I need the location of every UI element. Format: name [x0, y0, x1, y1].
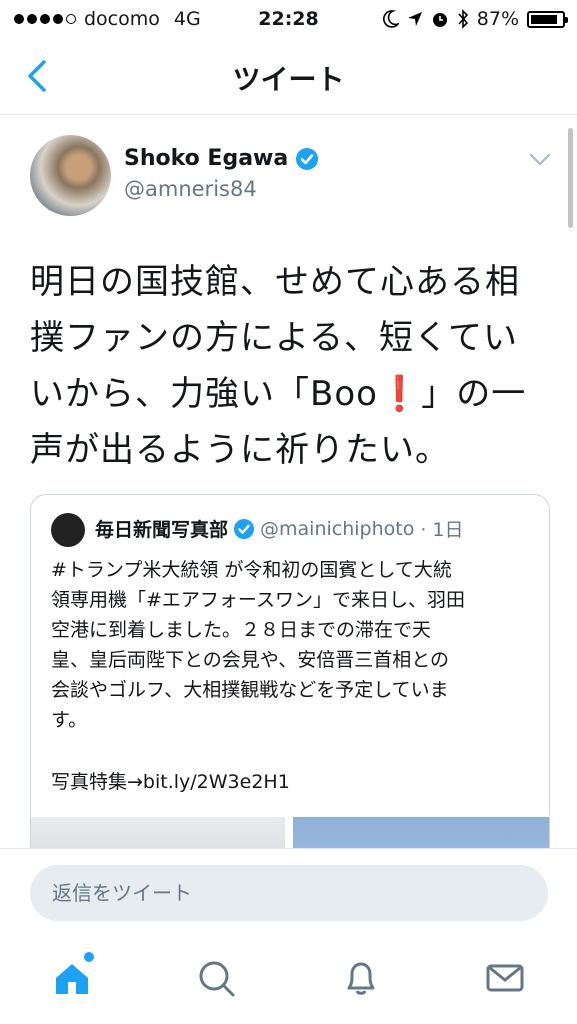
- notification-dot: [84, 952, 94, 962]
- tweet-text: 明日の国技館、せめて心ある相 撲ファンの方による、短くてい いから、力強い「Bo…: [30, 254, 550, 478]
- quoted-line: #トランプ米大統領 が令和初の国賓として大統: [51, 559, 452, 581]
- quoted-text: #トランプ米大統領 が令和初の国賓として大統 領専用機「#エアフォースワン」で来…: [51, 555, 531, 735]
- verified-badge-icon: [296, 147, 319, 170]
- quoted-time: · 1日: [420, 519, 464, 541]
- battery-percent: 87%: [476, 8, 519, 30]
- tweet-line-tail: 」の一: [421, 374, 527, 414]
- battery-icon: [527, 10, 568, 28]
- quoted-line: 皇、皇后両陛下との会見や、安倍晋三首相との: [51, 649, 450, 671]
- quoted-handle: @mainichiphoto: [260, 517, 415, 540]
- quoted-line: 空港に到着しました。２８日までの滞在で天: [51, 619, 432, 641]
- location-arrow-icon: [407, 12, 422, 26]
- moon-icon: [382, 10, 399, 28]
- quoted-line: 会談やゴルフ、大相撲観戦などを予定していま: [51, 679, 449, 701]
- quoted-line: す。: [51, 709, 88, 731]
- tweet-line: 明日の国技館、せめて心ある相: [30, 262, 520, 302]
- status-right: 87%: [382, 8, 568, 30]
- exclamation-icon: ❗: [377, 374, 422, 414]
- bluetooth-icon: [458, 9, 468, 29]
- quoted-line: 領専用機「#エアフォースワン」で来日し、羽田: [51, 589, 465, 611]
- bell-icon: [347, 962, 375, 995]
- search-icon: [199, 961, 235, 997]
- tab-notifications[interactable]: [341, 958, 381, 998]
- tweet-line: 声が出るように祈りたい。: [30, 430, 450, 470]
- nav-bar: ツイート: [0, 38, 577, 115]
- alarm-icon: [432, 13, 447, 27]
- quoted-avatar: [51, 513, 85, 547]
- chevron-down-icon[interactable]: [528, 152, 552, 168]
- verified-badge-icon: [234, 518, 255, 539]
- tweet-line-text: いから、力強い「Boo: [30, 374, 378, 414]
- quoted-author-row: 毎日新聞写真部 @mainichiphoto · 1日: [95, 515, 464, 542]
- author-name[interactable]: Shoko Egawa: [124, 146, 288, 171]
- tweet-line: 撲ファンの方による、短くてい: [30, 318, 518, 358]
- mail-icon: [486, 964, 524, 992]
- reply-bar: 返信をツイート: [0, 848, 577, 937]
- tab-messages[interactable]: [485, 958, 525, 998]
- tweet-line: いから、力強い「Boo❗」の一: [30, 366, 550, 422]
- avatar[interactable]: [30, 135, 111, 216]
- home-icon: [56, 964, 88, 994]
- quoted-link[interactable]: 写真特集→bit.ly/2W3e2H1: [51, 767, 290, 794]
- status-bar: docomo 4G 22:28 87%: [0, 0, 577, 38]
- quoted-author-name: 毎日新聞写真部: [95, 519, 229, 541]
- reply-input[interactable]: 返信をツイート: [30, 865, 548, 921]
- tab-home[interactable]: [52, 952, 94, 998]
- scrollbar[interactable]: [568, 128, 573, 228]
- page-title: ツイート: [232, 63, 345, 96]
- author-handle[interactable]: @amneris84: [124, 177, 257, 201]
- tab-search[interactable]: [196, 958, 236, 998]
- tab-bar: [0, 936, 577, 1024]
- author-name-row[interactable]: Shoko Egawa: [124, 146, 319, 171]
